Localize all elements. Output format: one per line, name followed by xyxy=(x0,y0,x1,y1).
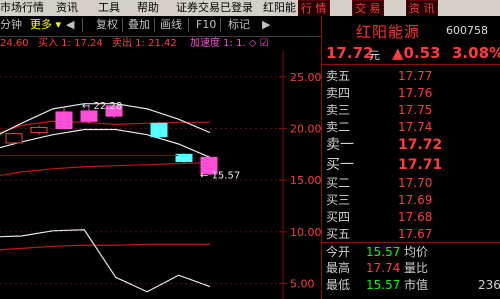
high-value: 17.74 xyxy=(366,261,401,275)
menu-tools[interactable]: 工具 xyxy=(98,0,120,16)
buy-price: 17.69 xyxy=(398,193,433,207)
menu-news[interactable]: 资讯 xyxy=(56,0,78,16)
sell-row[interactable]: 卖四 17.76 xyxy=(326,85,432,101)
market-cap-label: 市值 xyxy=(404,278,429,292)
buy-signal-label: 买入 1: 17.24 xyxy=(38,38,103,49)
current-price: 17.72 xyxy=(326,44,374,62)
y-tick-label: 10.00 xyxy=(290,226,322,239)
y-tick-label: 5.00 xyxy=(290,278,315,291)
market-cap-value: 236 xyxy=(478,278,500,292)
candle[interactable] xyxy=(30,126,48,134)
sell-price: 17.77 xyxy=(398,69,433,83)
sell-signal-label: 卖出 1: 21.42 xyxy=(112,38,177,49)
buy-row[interactable]: 买二 17.70 xyxy=(326,175,432,191)
buy-price: 17.68 xyxy=(398,210,433,224)
sell-label: 卖三 xyxy=(326,103,351,117)
arrow-left-icon[interactable]: ◀ xyxy=(66,17,74,33)
price-unit: 元 xyxy=(369,49,380,62)
stock-name: 红阳能源 xyxy=(356,23,421,41)
stock-code: 600758 xyxy=(446,24,488,37)
high-label: 最高 xyxy=(326,261,351,275)
candle[interactable] xyxy=(150,122,168,138)
divider xyxy=(322,64,500,65)
vol-ratio-label: 量比 xyxy=(404,261,429,275)
sell-price: 17.72 xyxy=(398,137,443,153)
right-tabs: 行 情 交 易 资 讯 xyxy=(296,0,500,18)
candle[interactable] xyxy=(5,133,23,144)
buy-label: 买五 xyxy=(326,227,351,241)
overlay-button[interactable]: 叠加 xyxy=(128,17,150,33)
divider xyxy=(322,242,500,243)
open-value: 15.57 xyxy=(366,245,401,259)
quote-summary: 17.72 元 ▲0.53 3.08% xyxy=(322,44,500,66)
y-tick-label: 25.00 xyxy=(290,71,322,84)
kline-chart[interactable]: 25.00 20.00 15.00 10.00 5.00 ← 22.28 ← 15.57 xyxy=(0,51,322,299)
sell-row[interactable]: 卖五 17.77 xyxy=(326,68,432,84)
period-selector[interactable]: 分钟 xyxy=(0,17,22,33)
buy-row[interactable]: 买一 17.71 xyxy=(326,157,442,173)
candle[interactable] xyxy=(55,111,73,129)
menu-market[interactable]: 市场行情 xyxy=(0,0,44,16)
channel-lower-line xyxy=(0,128,211,158)
avg-label: 均价 xyxy=(404,245,429,259)
sell-row[interactable]: 卖三 17.75 xyxy=(326,102,432,118)
buy-label: 买二 xyxy=(326,176,351,190)
acceleration-label: 加速度 1: 1. ◇ ☑ xyxy=(190,38,269,49)
sell-price: 17.76 xyxy=(398,86,433,100)
sell-row[interactable]: 卖二 17.74 xyxy=(326,119,432,135)
indicator-line-red xyxy=(0,243,210,251)
indicator-info: 24.60 买入 1: 17.24 卖出 1: 21.42 加速度 1: 1. … xyxy=(0,37,322,51)
candle[interactable] xyxy=(175,153,193,163)
menu-stock[interactable]: 红阳能 xyxy=(263,0,296,16)
y-tick-label: 20.00 xyxy=(290,123,322,136)
sell-price: 17.74 xyxy=(398,120,433,134)
low-price-marker: ← 15.57 xyxy=(200,170,240,181)
indicator-prefix: 24.60 xyxy=(0,38,29,49)
buy-price: 17.67 xyxy=(398,227,433,241)
mark-button[interactable]: 标记 xyxy=(228,17,250,33)
draw-line-button[interactable]: 画线 xyxy=(160,17,182,33)
price-change: ▲0.53 xyxy=(392,44,441,62)
sell-row[interactable]: 卖一 17.72 xyxy=(326,137,442,153)
sell-label: 卖五 xyxy=(326,69,351,83)
low-label: 最低 xyxy=(326,278,351,292)
price-change-pct: 3.08% xyxy=(452,44,500,62)
high-price-marker: ← 22.28 xyxy=(82,101,122,112)
buy-row[interactable]: 买三 17.69 xyxy=(326,192,432,208)
restore-rights-button[interactable]: 复权 xyxy=(96,17,118,33)
candle[interactable] xyxy=(80,110,98,122)
buy-label: 买三 xyxy=(326,193,351,207)
ma-line-mid xyxy=(0,162,211,177)
menu-help[interactable]: 帮助 xyxy=(137,0,159,16)
buy-row[interactable]: 买四 17.68 xyxy=(326,209,432,225)
chart-toolbar: 分钟 更多 ▾ ◀ 复权 叠加 画线 F10 标记 ▶ xyxy=(0,16,322,37)
menu-trading[interactable]: 证券交易已登录 xyxy=(176,0,253,16)
arrow-right-icon[interactable]: ▶ xyxy=(262,17,270,33)
f10-button[interactable]: F10 xyxy=(196,17,216,33)
indicator-line-white xyxy=(0,229,211,293)
buy-price: 17.71 xyxy=(398,157,443,173)
more-dropdown[interactable]: 更多 ▾ xyxy=(30,17,61,33)
sell-label: 卖二 xyxy=(326,120,351,134)
sell-price: 17.75 xyxy=(398,103,433,117)
open-label: 今开 xyxy=(326,245,351,259)
buy-price: 17.70 xyxy=(398,176,433,190)
sell-label: 卖四 xyxy=(326,86,351,100)
buy-row[interactable]: 买五 17.67 xyxy=(326,226,432,242)
divider xyxy=(0,155,178,156)
low-value: 15.57 xyxy=(366,278,401,292)
buy-label: 买一 xyxy=(326,157,354,173)
buy-label: 买四 xyxy=(326,210,351,224)
y-tick-label: 15.00 xyxy=(290,174,322,187)
sell-label: 卖一 xyxy=(326,137,354,153)
